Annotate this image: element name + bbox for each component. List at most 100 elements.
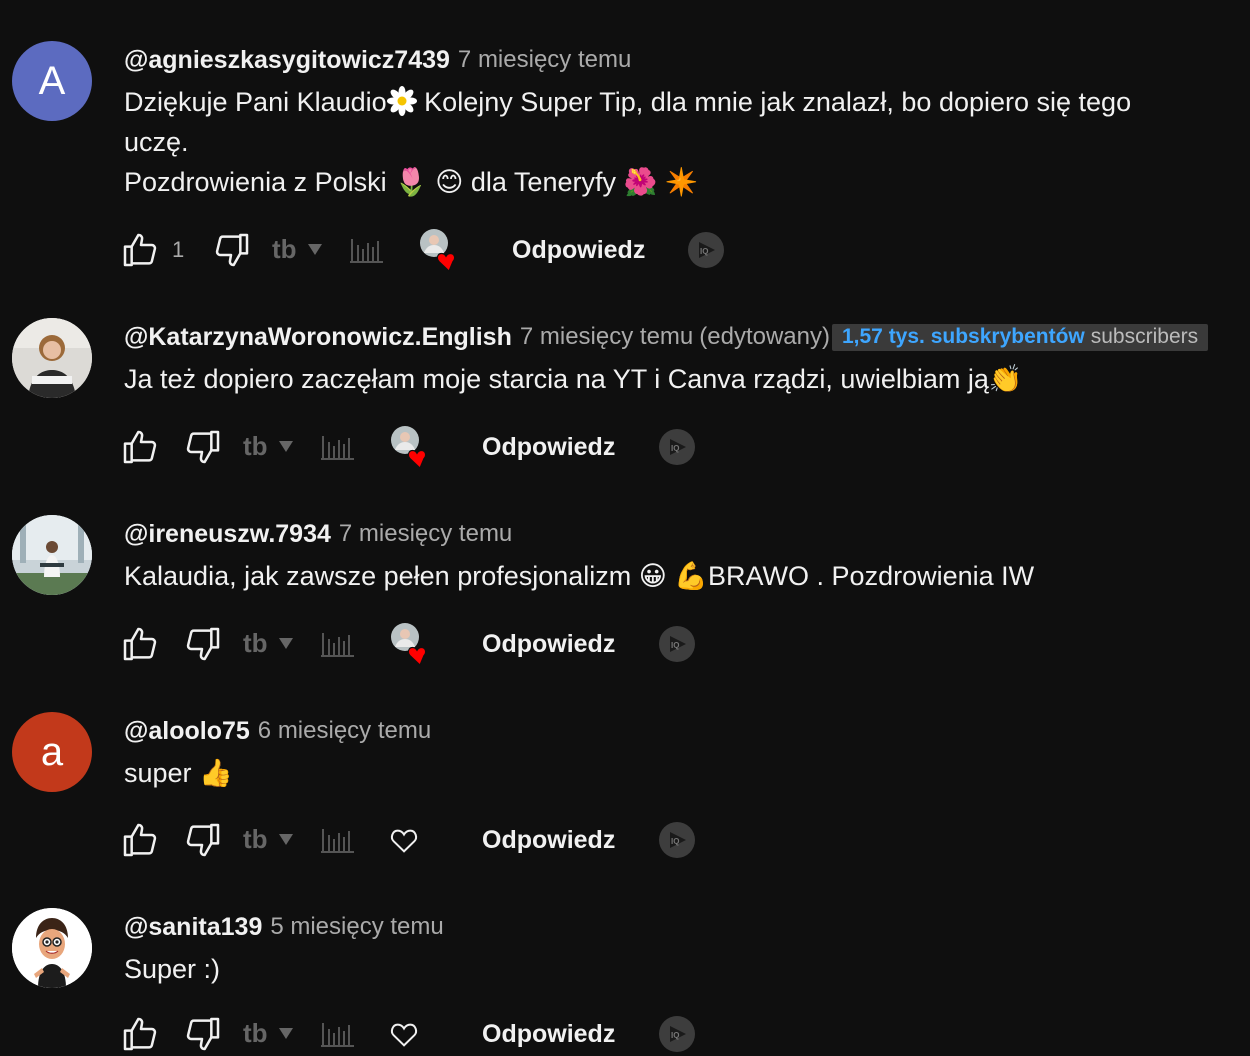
heart-button[interactable] [388,818,420,862]
heart-icon [390,829,418,853]
comment-header: @sanita139 5 miesięcy temu [124,909,1230,945]
extension-button[interactable]: IQ [687,228,725,272]
like-count: 1 [172,237,185,262]
subscriber-badge: 1,57 tys. subskrybentów subscribers [831,323,1209,351]
svg-text:tb: tb [272,235,297,264]
avatar[interactable]: a [12,712,92,792]
tubebuddy-button[interactable]: tb [243,818,303,862]
avatar-cartoon-icon [12,908,92,988]
tubebuddy-button[interactable]: tb [272,228,332,272]
avatar[interactable]: A [12,41,92,121]
subscriber-label: subscribers [1090,324,1199,348]
comment-header: @ireneuszw.7934 7 miesięcy temu [124,516,1230,552]
reply-button[interactable]: Odpowiedz [482,425,615,469]
svg-text:IQ: IQ [671,837,679,846]
play-badge-icon: IQ [688,232,724,268]
reply-button[interactable]: Odpowiedz [482,622,615,666]
bar-chart-icon [321,1023,354,1047]
creator-heart[interactable] [389,622,435,667]
thumbs-up-icon [123,233,157,267]
timestamp[interactable]: 7 miesięcy temu [339,520,512,548]
avatar-photo-icon [12,515,92,595]
thumbs-down-icon [186,823,220,857]
svg-text:tb: tb [243,432,268,461]
reply-button[interactable]: Odpowiedz [512,228,645,272]
creator-heart-icon [391,426,427,470]
like-button[interactable] [120,818,160,862]
like-button[interactable] [120,622,160,666]
extension-button[interactable]: IQ [658,1012,696,1056]
timestamp[interactable]: 5 miesięcy temu [270,913,443,941]
bar-chart-icon [350,239,383,263]
thumbs-up-icon [123,1017,157,1051]
dislike-button[interactable] [183,622,223,666]
tubebuddy-icon: tb [243,629,293,658]
author-name[interactable]: @agnieszkasygitowicz7439 [124,46,450,75]
tubebuddy-button[interactable]: tb [243,1012,303,1056]
creator-heart-icon [420,229,456,273]
avatar[interactable] [12,318,92,398]
heart-icon [390,1023,418,1047]
extension-button[interactable]: IQ [658,818,696,862]
comment-header: @aloolo75 6 miesięcy temu [124,713,1230,749]
thumbs-down-icon [186,627,220,661]
comment-text: Super :) [124,954,221,984]
play-badge-icon: IQ [659,1016,695,1052]
author-name[interactable]: @sanita139 [124,913,262,942]
svg-text:IQ: IQ [700,247,708,256]
tubebuddy-icon: tb [272,235,322,264]
tubebuddy-icon: tb [243,1019,293,1048]
tubebuddy-icon: tb [243,432,293,461]
play-badge-icon: IQ [659,822,695,858]
dislike-button[interactable] [212,228,252,272]
reply-button[interactable]: Odpowiedz [482,1012,615,1056]
daisy-emoji-icon [386,86,417,116]
play-badge-icon: IQ [659,429,695,465]
creator-heart-icon [391,623,427,667]
svg-text:IQ: IQ [671,444,679,453]
stats-button[interactable] [321,622,355,666]
thumbs-down-icon [186,1017,220,1051]
like-button[interactable] [120,1012,160,1056]
extension-button[interactable]: IQ [658,622,696,666]
svg-text:IQ: IQ [671,1031,679,1040]
comment-header: @KatarzynaWoronowicz.English 7 miesięcy … [124,319,1230,355]
subscriber-count: 1,57 tys. subskrybentów [841,324,1085,348]
stats-button[interactable] [321,818,355,862]
edited-label: (edytowany) [699,323,830,350]
dislike-button[interactable] [183,1012,223,1056]
reply-button[interactable]: Odpowiedz [482,818,615,862]
stats-button[interactable] [321,425,355,469]
creator-heart[interactable] [418,228,464,273]
dislike-button[interactable] [183,818,223,862]
timestamp[interactable]: 7 miesięcy temu [458,46,631,74]
author-name[interactable]: @aloolo75 [124,717,250,746]
svg-text:tb: tb [243,629,268,658]
comment-text: Ja też dopiero zaczęłam moje starcia na … [124,364,1023,394]
comment-text: super 👍 [124,758,233,788]
bar-chart-icon [321,633,354,657]
timestamp[interactable]: 6 miesięcy temu [258,717,431,745]
extension-button[interactable]: IQ [658,425,696,469]
svg-text:tb: tb [243,1019,268,1048]
author-name[interactable]: @ireneuszw.7934 [124,520,331,549]
creator-heart[interactable] [389,425,435,470]
avatar-photo-icon [12,318,92,398]
comment-header: @agnieszkasygitowicz7439 7 miesięcy temu [124,42,1230,78]
timestamp[interactable]: 7 miesięcy temu [520,323,693,351]
heart-button[interactable] [388,1012,420,1056]
like-button[interactable] [120,425,160,469]
avatar[interactable] [12,908,92,988]
comment-text: Kalaudia, jak zawsze pełen profesjonaliz… [124,561,1035,591]
bar-chart-icon [321,436,354,460]
tubebuddy-button[interactable]: tb [243,622,303,666]
thumbs-up-icon [123,430,157,464]
like-button[interactable] [120,228,160,272]
stats-button[interactable] [321,1012,355,1056]
dislike-button[interactable] [183,425,223,469]
tubebuddy-button[interactable]: tb [243,425,303,469]
stats-button[interactable] [350,228,384,272]
author-name[interactable]: @KatarzynaWoronowicz.English [124,323,512,352]
avatar[interactable] [12,515,92,595]
bar-chart-icon [321,829,354,853]
